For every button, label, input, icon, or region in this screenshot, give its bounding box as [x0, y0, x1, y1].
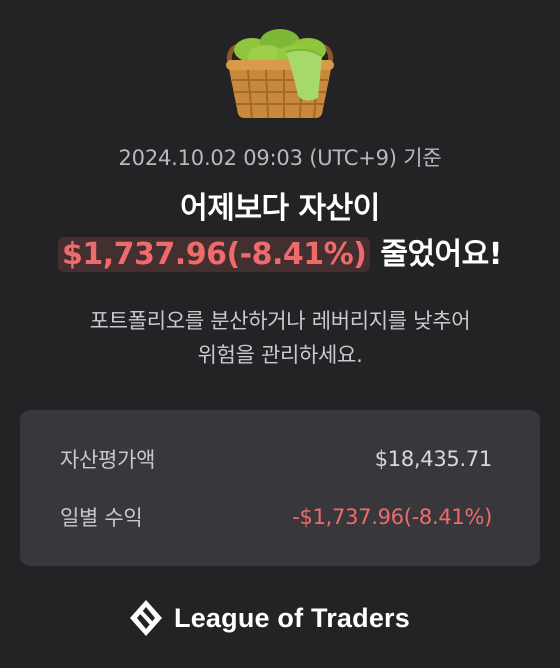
headline-line2: $1,737.96(-8.41%) 줄었어요! [0, 232, 560, 278]
risk-advice-text: 포트폴리오를 분산하거나 레버리지를 낮추어 위험을 관리하세요. [0, 304, 560, 372]
league-of-traders-logo-icon [130, 600, 162, 636]
asset-summary-card: 자산평가액 $18,435.71 일별 수익 -$1,737.96(-8.41%… [20, 410, 540, 566]
headline-line1: 어제보다 자산이 [180, 191, 380, 226]
report-timestamp: 2024.10.02 09:03 (UTC+9) 기준 [118, 146, 442, 170]
brand-footer: League of Traders [128, 596, 410, 640]
advice-line2: 위험을 관리하세요. [197, 343, 363, 367]
summary-row-daily-pnl: 일별 수익 -$1,737.96(-8.41%) [60, 502, 492, 532]
daily-pnl-value: -$1,737.96(-8.41%) [292, 505, 492, 529]
advice-line1: 포트폴리오를 분산하거나 레버리지를 낮추어 [89, 309, 471, 333]
brand-name: League of Traders [174, 602, 410, 633]
loss-amount-highlight: $1,737.96(-8.41%) [58, 237, 371, 272]
basket-of-limes-icon [226, 29, 334, 119]
summary-row-label: 일별 수익 [60, 506, 143, 530]
asset-value: $18,435.71 [374, 447, 493, 471]
change-headline: 어제보다 자산이 $1,737.96(-8.41%) 줄었어요! [0, 186, 560, 278]
summary-row-label: 자산평가액 [60, 448, 156, 472]
summary-row-asset-value: 자산평가액 $18,435.71 [60, 444, 492, 474]
daily-report-screen: 2024.10.02 09:03 (UTC+9) 기준 어제보다 자산이 $1,… [0, 0, 560, 668]
headline-suffix: 줄었어요! [380, 237, 502, 272]
